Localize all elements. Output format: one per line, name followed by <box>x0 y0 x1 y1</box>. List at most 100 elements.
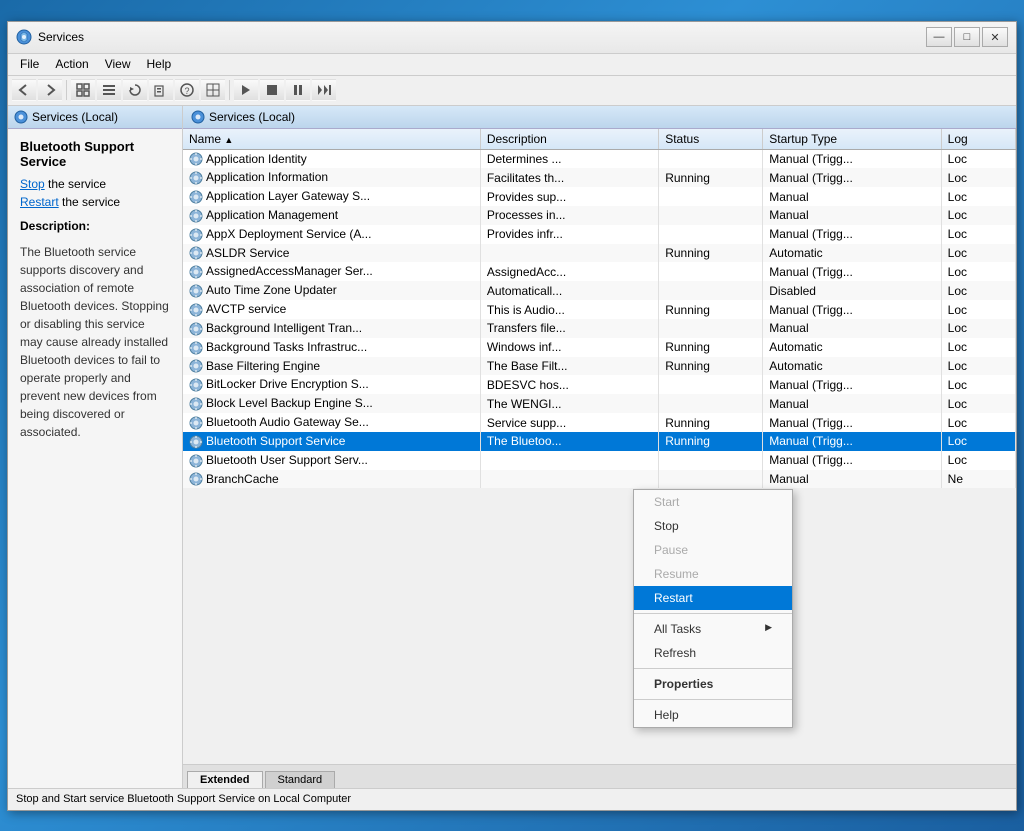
svc-desc: BDESVC hos... <box>480 375 658 394</box>
play-button[interactable] <box>234 79 258 101</box>
col-name[interactable]: Name ▲ <box>183 129 480 150</box>
col-description[interactable]: Description <box>480 129 658 150</box>
svc-desc: This is Audio... <box>480 300 658 319</box>
forward-button[interactable] <box>38 79 62 101</box>
stop-toolbar-button[interactable] <box>260 79 284 101</box>
table-row[interactable]: Background Intelligent Tran... Transfers… <box>183 319 1016 338</box>
svc-status <box>659 319 763 338</box>
right-header-label: Services (Local) <box>209 110 295 124</box>
table-row[interactable]: Base Filtering Engine The Base Filt... R… <box>183 357 1016 376</box>
refresh-toolbar-button[interactable] <box>123 79 147 101</box>
status-text: Stop and Start service Bluetooth Support… <box>16 793 351 805</box>
svc-desc <box>480 244 658 263</box>
svc-status: Running <box>659 338 763 357</box>
table-row[interactable]: Background Tasks Infrastruc... Windows i… <box>183 338 1016 357</box>
close-button[interactable]: ✕ <box>982 27 1008 47</box>
description-label: Description: <box>20 219 170 233</box>
maximize-button[interactable]: □ <box>954 27 980 47</box>
svc-log: Loc <box>941 244 1015 263</box>
back-button[interactable] <box>12 79 36 101</box>
table-row[interactable]: ASLDR Service Running Automatic Loc <box>183 244 1016 263</box>
svc-startup: Manual (Trigg... <box>763 168 941 187</box>
table-row[interactable]: AppX Deployment Service (A... Provides i… <box>183 225 1016 244</box>
list-button[interactable] <box>97 79 121 101</box>
ctx-separator-2 <box>634 668 792 669</box>
table-row[interactable]: BitLocker Drive Encryption S... BDESVC h… <box>183 375 1016 394</box>
svc-status: Running <box>659 413 763 432</box>
svc-startup: Disabled <box>763 281 941 300</box>
table-row[interactable]: Bluetooth Support Service The Bluetoo...… <box>183 432 1016 451</box>
svc-log: Loc <box>941 432 1015 451</box>
menu-bar: File Action View Help <box>8 54 1016 76</box>
menu-file[interactable]: File <box>12 55 47 73</box>
table-row[interactable]: AVCTP service This is Audio... Running M… <box>183 300 1016 319</box>
col-log[interactable]: Log <box>941 129 1015 150</box>
restart-link[interactable]: Restart <box>20 195 59 209</box>
table-row[interactable]: BranchCache Manual Ne <box>183 470 1016 489</box>
svc-status: Running <box>659 432 763 451</box>
svc-startup: Manual (Trigg... <box>763 432 941 451</box>
svc-log: Loc <box>941 394 1015 413</box>
svc-name: Background Tasks Infrastruc... <box>183 338 480 357</box>
table-row[interactable]: AssignedAccessManager Ser... AssignedAcc… <box>183 262 1016 281</box>
pause-toolbar-button[interactable] <box>286 79 310 101</box>
toolbar-separator-2 <box>229 80 230 100</box>
menu-help[interactable]: Help <box>139 55 180 73</box>
ctx-refresh[interactable]: Refresh <box>634 641 792 665</box>
svc-startup: Manual (Trigg... <box>763 451 941 470</box>
ctx-restart[interactable]: Restart <box>634 586 792 610</box>
services-tree-icon <box>14 110 28 124</box>
table-row[interactable]: Application Layer Gateway S... Provides … <box>183 187 1016 206</box>
svc-name: BitLocker Drive Encryption S... <box>183 375 480 394</box>
view-toggle-button[interactable] <box>201 79 225 101</box>
svc-desc: Facilitates th... <box>480 168 658 187</box>
svc-name: BranchCache <box>183 470 480 489</box>
svc-name: Application Management <box>183 206 480 225</box>
svc-desc: Automaticall... <box>480 281 658 300</box>
svc-desc: Provides sup... <box>480 187 658 206</box>
table-row[interactable]: Bluetooth User Support Serv... Manual (T… <box>183 451 1016 470</box>
restart-toolbar-button[interactable] <box>312 79 336 101</box>
svc-desc: Service supp... <box>480 413 658 432</box>
tab-standard[interactable]: Standard <box>265 771 336 788</box>
ctx-properties[interactable]: Properties <box>634 672 792 696</box>
services-table-wrapper[interactable]: Name ▲ Description Status Startup Type L… <box>183 129 1016 764</box>
table-row[interactable]: Application Information Facilitates th..… <box>183 168 1016 187</box>
menu-view[interactable]: View <box>97 55 139 73</box>
export-button[interactable] <box>149 79 173 101</box>
tree-header[interactable]: Services (Local) <box>8 106 182 129</box>
col-status[interactable]: Status <box>659 129 763 150</box>
help-toolbar-button[interactable]: ? <box>175 79 199 101</box>
ctx-help[interactable]: Help <box>634 703 792 727</box>
col-startup[interactable]: Startup Type <box>763 129 941 150</box>
tab-extended[interactable]: Extended <box>187 771 263 788</box>
main-content: Services (Local) Bluetooth Support Servi… <box>8 106 1016 788</box>
minimize-button[interactable]: — <box>926 27 952 47</box>
svc-startup: Manual <box>763 319 941 338</box>
ctx-start[interactable]: Start <box>634 490 792 514</box>
svc-name: Bluetooth Support Service <box>183 432 480 451</box>
svc-log: Ne <box>941 470 1015 489</box>
svc-status <box>659 206 763 225</box>
svc-status: Running <box>659 168 763 187</box>
table-row[interactable]: Block Level Backup Engine S... The WENGI… <box>183 394 1016 413</box>
show-hide-button[interactable] <box>71 79 95 101</box>
ctx-resume[interactable]: Resume <box>634 562 792 586</box>
ctx-stop[interactable]: Stop <box>634 514 792 538</box>
ctx-pause[interactable]: Pause <box>634 538 792 562</box>
svc-log: Loc <box>941 357 1015 376</box>
table-row[interactable]: Application Identity Determines ... Manu… <box>183 149 1016 168</box>
ctx-all-tasks[interactable]: All Tasks <box>634 617 792 641</box>
table-row[interactable]: Auto Time Zone Updater Automaticall... D… <box>183 281 1016 300</box>
stop-link[interactable]: Stop <box>20 177 45 191</box>
svc-name: AppX Deployment Service (A... <box>183 225 480 244</box>
svc-log: Loc <box>941 375 1015 394</box>
tab-bar: Extended Standard <box>183 764 1016 788</box>
window-title: Services <box>38 30 926 44</box>
table-row[interactable]: Bluetooth Audio Gateway Se... Service su… <box>183 413 1016 432</box>
selected-service-title: Bluetooth Support Service <box>20 139 170 169</box>
svc-name: Background Intelligent Tran... <box>183 319 480 338</box>
svc-status: Running <box>659 244 763 263</box>
table-row[interactable]: Application Management Processes in... M… <box>183 206 1016 225</box>
menu-action[interactable]: Action <box>47 55 96 73</box>
